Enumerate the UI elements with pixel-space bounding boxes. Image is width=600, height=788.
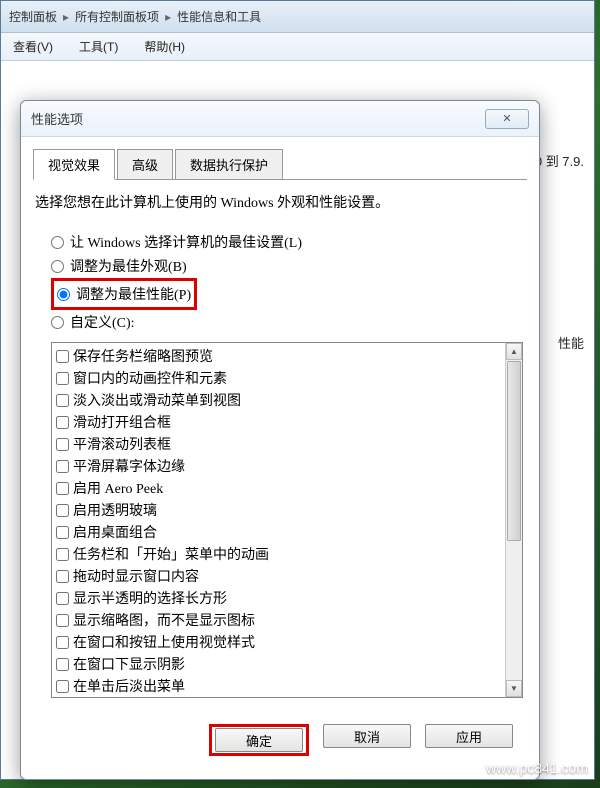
cancel-button[interactable]: 取消 bbox=[323, 724, 411, 748]
ok-button[interactable]: 确定 bbox=[215, 728, 303, 752]
option-checkbox[interactable] bbox=[56, 658, 69, 671]
options-list-inner: 保存任务栏缩略图预览窗口内的动画控件和元素淡入淡出或滑动菜单到视图滑动打开组合框… bbox=[52, 343, 505, 697]
radio-custom[interactable]: 自定义(C): bbox=[51, 310, 527, 334]
option-row[interactable]: 在窗口下显示阴影 bbox=[56, 653, 501, 675]
option-row[interactable]: 淡入淡出或滑动菜单到视图 bbox=[56, 389, 501, 411]
option-row[interactable]: 在窗口和按钮上使用视觉样式 bbox=[56, 631, 501, 653]
watermark: www.pc841.com bbox=[486, 760, 588, 776]
option-row[interactable]: 显示缩略图，而不是显示图标 bbox=[56, 609, 501, 631]
option-checkbox[interactable] bbox=[56, 416, 69, 429]
dialog-titlebar[interactable]: 性能选项 ✕ bbox=[21, 101, 539, 137]
option-label: 在窗口下显示阴影 bbox=[73, 654, 185, 674]
option-label: 平滑屏幕字体边缘 bbox=[73, 456, 185, 476]
breadcrumb-sep: ▸ bbox=[63, 10, 69, 24]
radio-label: 调整为最佳外观(B) bbox=[70, 256, 187, 276]
option-checkbox[interactable] bbox=[56, 570, 69, 583]
option-label: 启用桌面组合 bbox=[73, 522, 157, 542]
option-row[interactable]: 滑动打开组合框 bbox=[56, 411, 501, 433]
breadcrumb-level2[interactable]: 性能信息和工具 bbox=[177, 8, 261, 25]
option-checkbox[interactable] bbox=[56, 372, 69, 385]
breadcrumb-root[interactable]: 控制面板 bbox=[9, 8, 57, 25]
scroll-down-button[interactable]: ▼ bbox=[506, 680, 522, 697]
option-label: 保存任务栏缩略图预览 bbox=[73, 346, 213, 366]
option-checkbox[interactable] bbox=[56, 394, 69, 407]
dialog-body: 视觉效果 高级 数据执行保护 选择您想在此计算机上使用的 Windows 外观和… bbox=[21, 137, 539, 764]
radio-let-windows[interactable]: 让 Windows 选择计算机的最佳设置(L) bbox=[51, 230, 527, 254]
breadcrumb-sep: ▸ bbox=[165, 10, 171, 24]
option-label: 启用透明玻璃 bbox=[73, 500, 157, 520]
radio-best-performance-input[interactable] bbox=[57, 288, 70, 301]
option-row[interactable]: 显示半透明的选择长方形 bbox=[56, 587, 501, 609]
side-perf-text: 性能 bbox=[558, 333, 584, 352]
option-row[interactable]: 启用透明玻璃 bbox=[56, 499, 501, 521]
option-label: 显示缩略图，而不是显示图标 bbox=[73, 610, 255, 630]
option-label: 滑动打开组合框 bbox=[73, 412, 171, 432]
breadcrumb-bar: 控制面板 ▸ 所有控制面板项 ▸ 性能信息和工具 bbox=[1, 1, 594, 33]
option-checkbox[interactable] bbox=[56, 680, 69, 693]
option-row[interactable]: 启用 Aero Peek bbox=[56, 477, 501, 499]
option-row[interactable]: 窗口内的动画控件和元素 bbox=[56, 367, 501, 389]
option-row[interactable]: 拖动时显示窗口内容 bbox=[56, 565, 501, 587]
options-list: 保存任务栏缩略图预览窗口内的动画控件和元素淡入淡出或滑动菜单到视图滑动打开组合框… bbox=[51, 342, 523, 698]
scroll-up-button[interactable]: ▲ bbox=[506, 343, 522, 360]
option-row[interactable]: 平滑屏幕字体边缘 bbox=[56, 455, 501, 477]
option-row[interactable]: 在单击后淡出菜单 bbox=[56, 675, 501, 697]
radio-group: 让 Windows 选择计算机的最佳设置(L) 调整为最佳外观(B) 调整为最佳… bbox=[51, 230, 527, 334]
highlight-ok-button: 确定 bbox=[209, 724, 309, 756]
menu-tools[interactable]: 工具(T) bbox=[75, 36, 122, 57]
option-label: 在单击后淡出菜单 bbox=[73, 676, 185, 696]
option-checkbox[interactable] bbox=[56, 438, 69, 451]
option-checkbox[interactable] bbox=[56, 614, 69, 627]
option-checkbox[interactable] bbox=[56, 592, 69, 605]
scroll-track[interactable] bbox=[506, 542, 522, 680]
dialog-title: 性能选项 bbox=[31, 109, 83, 128]
tab-visual-effects[interactable]: 视觉效果 bbox=[33, 149, 115, 180]
option-label: 显示半透明的选择长方形 bbox=[73, 588, 227, 608]
scroll-thumb[interactable] bbox=[507, 361, 521, 541]
dialog-button-row: 确定 取消 应用 bbox=[33, 706, 527, 756]
tab-advanced[interactable]: 高级 bbox=[117, 149, 173, 179]
option-checkbox[interactable] bbox=[56, 350, 69, 363]
menu-help[interactable]: 帮助(H) bbox=[140, 36, 189, 57]
radio-custom-input[interactable] bbox=[51, 316, 64, 329]
option-label: 在窗口和按钮上使用视觉样式 bbox=[73, 632, 255, 652]
performance-options-dialog: 性能选项 ✕ 视觉效果 高级 数据执行保护 选择您想在此计算机上使用的 Wind… bbox=[20, 100, 540, 780]
option-row[interactable]: 保存任务栏缩略图预览 bbox=[56, 345, 501, 367]
option-checkbox[interactable] bbox=[56, 504, 69, 517]
radio-best-appearance-input[interactable] bbox=[51, 260, 64, 273]
option-label: 启用 Aero Peek bbox=[73, 478, 163, 498]
radio-label: 自定义(C): bbox=[70, 312, 135, 332]
radio-best-appearance[interactable]: 调整为最佳外观(B) bbox=[51, 254, 527, 278]
option-label: 任务栏和「开始」菜单中的动画 bbox=[73, 544, 269, 564]
option-checkbox[interactable] bbox=[56, 548, 69, 561]
apply-button[interactable]: 应用 bbox=[425, 724, 513, 748]
breadcrumb-level1[interactable]: 所有控制面板项 bbox=[75, 8, 159, 25]
tab-dep[interactable]: 数据执行保护 bbox=[175, 149, 283, 179]
tab-row: 视觉效果 高级 数据执行保护 bbox=[33, 149, 527, 180]
radio-let-windows-input[interactable] bbox=[51, 236, 64, 249]
radio-label: 让 Windows 选择计算机的最佳设置(L) bbox=[70, 232, 302, 252]
option-row[interactable]: 平滑滚动列表框 bbox=[56, 433, 501, 455]
menu-bar: 查看(V) 工具(T) 帮助(H) bbox=[1, 33, 594, 61]
option-checkbox[interactable] bbox=[56, 636, 69, 649]
menu-view[interactable]: 查看(V) bbox=[9, 36, 57, 57]
option-checkbox[interactable] bbox=[56, 482, 69, 495]
radio-label: 调整为最佳性能(P) bbox=[76, 284, 191, 304]
option-label: 淡入淡出或滑动菜单到视图 bbox=[73, 390, 241, 410]
close-icon: ✕ bbox=[502, 112, 511, 125]
option-checkbox[interactable] bbox=[56, 526, 69, 539]
option-label: 平滑滚动列表框 bbox=[73, 434, 171, 454]
option-label: 拖动时显示窗口内容 bbox=[73, 566, 199, 586]
radio-best-performance[interactable]: 调整为最佳性能(P) bbox=[57, 282, 191, 306]
highlight-best-performance: 调整为最佳性能(P) bbox=[51, 278, 197, 310]
option-row[interactable]: 启用桌面组合 bbox=[56, 521, 501, 543]
close-button[interactable]: ✕ bbox=[485, 109, 529, 129]
instruction-text: 选择您想在此计算机上使用的 Windows 外观和性能设置。 bbox=[35, 192, 525, 212]
option-checkbox[interactable] bbox=[56, 460, 69, 473]
option-label: 窗口内的动画控件和元素 bbox=[73, 368, 227, 388]
option-row[interactable]: 任务栏和「开始」菜单中的动画 bbox=[56, 543, 501, 565]
scrollbar[interactable]: ▲ ▼ bbox=[505, 343, 522, 697]
